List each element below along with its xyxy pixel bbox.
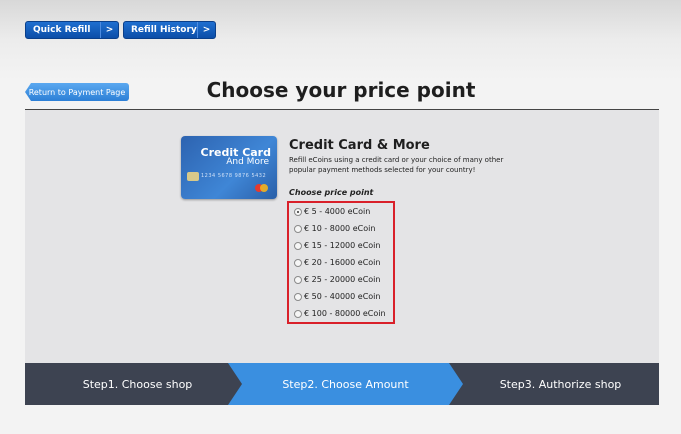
price-option-label: € 50 - 40000 eCoin — [304, 292, 381, 301]
mastercard-icon — [255, 184, 269, 192]
price-point-options: € 5 - 4000 eCoin € 10 - 8000 eCoin € 15 … — [287, 201, 395, 324]
price-option-label: € 5 - 4000 eCoin — [304, 207, 371, 216]
price-option-15[interactable]: € 15 - 12000 eCoin — [294, 241, 380, 250]
choose-price-point-label: Choose price point — [289, 188, 374, 197]
radio-button[interactable] — [294, 241, 302, 250]
chevron-right-icon: > — [197, 22, 215, 38]
card-number: 1234 5678 9876 5432 — [201, 173, 267, 179]
price-option-label: € 20 - 16000 eCoin — [304, 258, 381, 267]
price-option-20[interactable]: € 20 - 16000 eCoin — [294, 258, 380, 267]
credit-card-image: Credit Card And More 1234 5678 9876 5432 — [181, 136, 277, 199]
radio-button[interactable] — [294, 309, 302, 318]
chevron-right-icon: > — [100, 22, 118, 38]
price-option-label: € 100 - 80000 eCoin — [304, 309, 386, 318]
price-option-10[interactable]: € 10 - 8000 eCoin — [294, 224, 375, 233]
price-option-label: € 15 - 12000 eCoin — [304, 241, 381, 250]
price-option-label: € 10 - 8000 eCoin — [304, 224, 376, 233]
page-title: Choose your price point — [206, 78, 476, 102]
card-line2: And More — [226, 157, 269, 167]
radio-button[interactable] — [294, 275, 302, 284]
price-option-50[interactable]: € 50 - 40000 eCoin — [294, 292, 380, 301]
step-choose-shop: Step1. Choose shop — [25, 363, 250, 405]
price-option-25[interactable]: € 25 - 20000 eCoin — [294, 275, 380, 284]
price-option-5[interactable]: € 5 - 4000 eCoin — [294, 207, 370, 216]
refill-history-label: Refill History — [131, 25, 197, 35]
radio-button[interactable] — [294, 207, 302, 216]
quick-refill-button[interactable]: Quick Refill > — [25, 21, 119, 39]
price-option-100[interactable]: € 100 - 80000 eCoin — [294, 309, 386, 318]
radio-button[interactable] — [294, 258, 302, 267]
radio-button[interactable] — [294, 224, 302, 233]
radio-button[interactable] — [294, 292, 302, 301]
step-choose-amount: Step2. Choose Amount — [228, 363, 463, 405]
payment-method-title: Credit Card & More — [289, 138, 430, 153]
step-authorize-shop: Step3. Authorize shop — [442, 363, 659, 405]
return-to-payment-button[interactable]: Return to Payment Page — [25, 83, 129, 101]
progress-steps: Step1. Choose shop Step3. Authorize shop… — [25, 363, 659, 405]
price-option-label: € 25 - 20000 eCoin — [304, 275, 381, 284]
quick-refill-label: Quick Refill — [33, 25, 91, 35]
refill-history-button[interactable]: Refill History > — [123, 21, 216, 39]
top-navigation: Quick Refill > Refill History > — [25, 21, 216, 39]
payment-method-description: Refill eCoins using a credit card or you… — [289, 156, 504, 174]
